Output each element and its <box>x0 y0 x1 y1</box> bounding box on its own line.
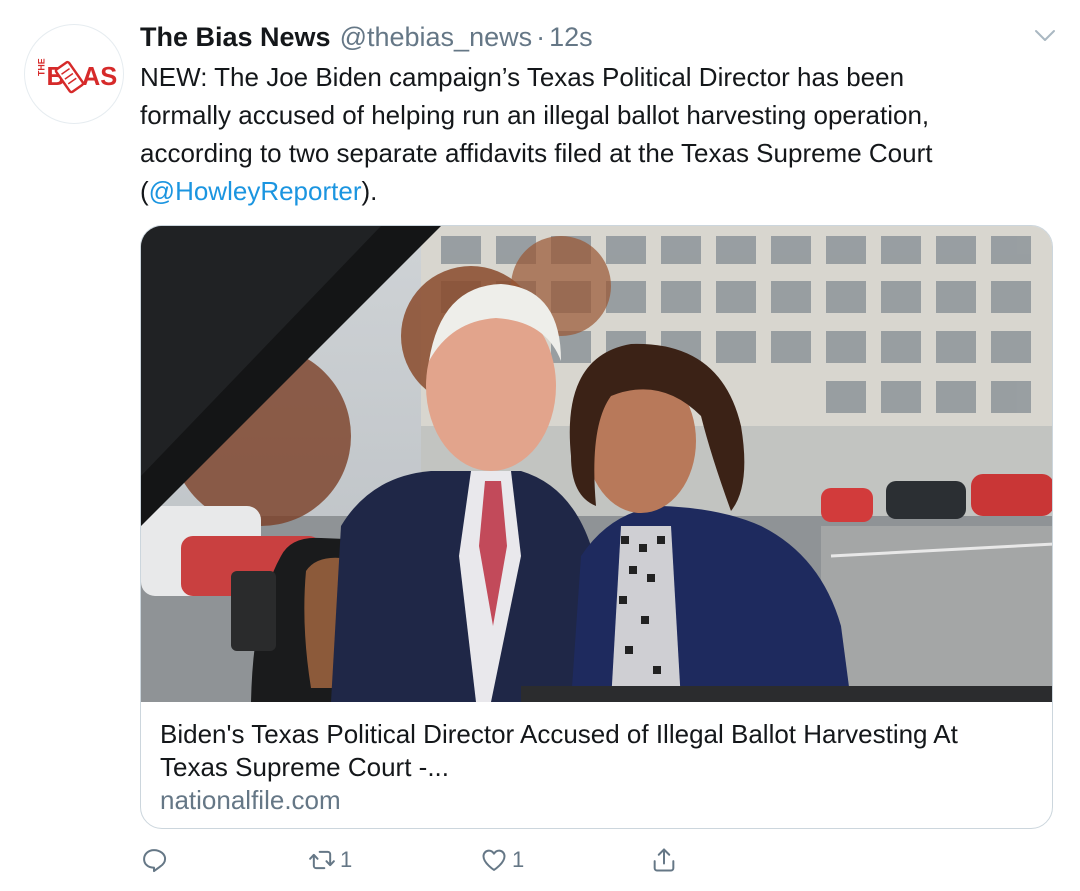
card-meta[interactable]: Biden's Texas Political Director Accused… <box>141 702 1052 828</box>
svg-text:THE: THE <box>37 58 47 76</box>
paren-close: ). <box>361 176 378 206</box>
user-handle[interactable]: @thebias_news <box>340 22 533 53</box>
header-separator: · <box>536 21 546 52</box>
retweet-button[interactable]: 1 <box>308 842 352 878</box>
heart-icon <box>482 849 506 871</box>
tweet-text-line: according to two separate affidavits fil… <box>140 138 933 168</box>
link-card[interactable]: Biden's Texas Political Director Accused… <box>140 225 1053 829</box>
tweet-text-line: (@HowleyReporter). <box>140 172 1045 210</box>
reply-icon <box>143 849 167 873</box>
display-name[interactable]: The Bias News <box>140 22 331 53</box>
chevron-down-icon <box>1035 30 1055 41</box>
tweet-header: The Bias News @thebias_news · 12s <box>140 18 593 56</box>
like-count: 1 <box>512 847 525 872</box>
mention-link[interactable]: @HowleyReporter <box>149 176 362 206</box>
svg-text:AS: AS <box>82 63 117 91</box>
card-title-line: Texas Supreme Court -... <box>160 752 449 782</box>
tweet-text: NEW: The Joe Biden campaign’s Texas Poli… <box>140 58 1045 210</box>
share-button[interactable] <box>650 842 678 878</box>
retweet-count: 1 <box>340 847 353 872</box>
tweet-text-line: formally accused of helping run an illeg… <box>140 100 930 130</box>
share-icon <box>653 848 675 872</box>
avatar[interactable]: THE B AS <box>24 24 124 124</box>
tweet-actions: 1 1 <box>140 842 840 878</box>
card-image[interactable] <box>141 226 1053 702</box>
tweet-text-line: NEW: The Joe Biden campaign’s Texas Poli… <box>140 62 905 92</box>
timestamp[interactable]: 12s <box>549 22 593 53</box>
like-button[interactable]: 1 <box>480 842 524 878</box>
card-domain: nationalfile.com <box>160 785 341 815</box>
reply-button[interactable] <box>140 842 172 878</box>
bias-logo-icon: THE B AS <box>37 58 117 94</box>
paren-open: ( <box>140 176 149 206</box>
retweet-icon <box>309 850 335 870</box>
card-title: Biden's Texas Political Director Accused… <box>160 718 1035 784</box>
card-title-line: Biden's Texas Political Director Accused… <box>160 719 958 749</box>
tweet[interactable]: THE B AS The Bias News @thebias_news · 1… <box>0 0 1080 891</box>
more-options-button[interactable] <box>1030 24 1060 48</box>
